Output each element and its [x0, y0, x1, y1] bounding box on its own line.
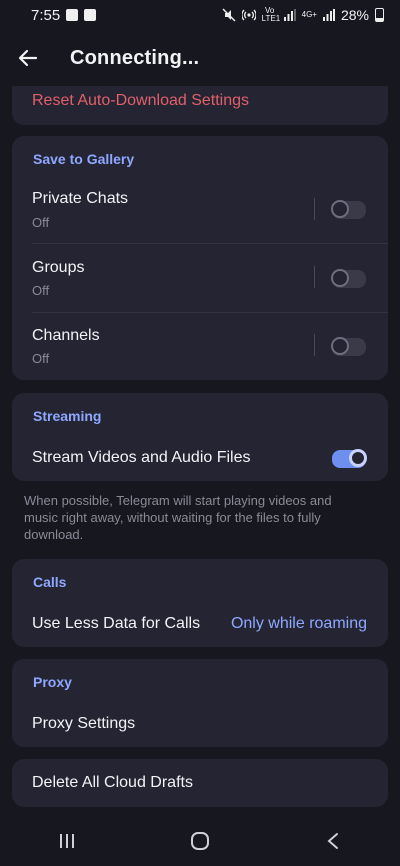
toggle-row-private-chats[interactable]: Private Chats Off: [12, 178, 388, 244]
toggle-knob: [331, 269, 349, 287]
calls-card: Calls Use Less Data for Calls Only while…: [12, 559, 388, 647]
mute-icon: [222, 8, 236, 22]
toggle-channels[interactable]: [331, 337, 366, 356]
volte-indicator: Vo LTE1: [261, 6, 281, 23]
app-bar: Connecting...: [0, 30, 400, 86]
system-nav-bar: [0, 816, 400, 866]
toggle-row-stream[interactable]: Stream Videos and Audio Files: [12, 437, 388, 481]
divider-vertical: [314, 334, 315, 356]
row-status: Off: [32, 283, 50, 298]
calls-data-row[interactable]: Use Less Data for Calls Only while roami…: [12, 603, 388, 647]
toggle-stream-videos[interactable]: [332, 449, 367, 468]
section-heading-save-to-gallery: Save to Gallery: [33, 151, 135, 167]
chevron-left-icon: [327, 833, 339, 849]
back-arrow-icon: [18, 49, 38, 67]
streaming-hint: When possible, Telegram will start playi…: [24, 493, 332, 542]
section-heading-proxy: Proxy: [33, 674, 72, 690]
status-time: 7:55: [31, 6, 61, 24]
row-title: Channels: [32, 327, 100, 344]
status-bar: 7:55 Vo LTE1 4G+ 28%: [0, 0, 400, 30]
reset-auto-download-button[interactable]: Reset Auto-Download Settings: [32, 92, 249, 110]
nav-back-button[interactable]: [303, 821, 363, 861]
streaming-card: Streaming Stream Videos and Audio Files: [12, 393, 388, 481]
battery-percent: 28%: [340, 7, 369, 23]
toggle-row-groups[interactable]: Groups Off: [12, 244, 388, 312]
hotspot-icon: [241, 9, 256, 21]
page-title: Connecting...: [70, 46, 200, 69]
toggle-groups[interactable]: [331, 269, 366, 288]
toggle-knob: [331, 200, 349, 218]
reset-card: Reset Auto-Download Settings: [12, 86, 388, 125]
signal-icon: [283, 9, 296, 21]
divider-vertical: [314, 266, 315, 288]
signal-icon-2: [322, 9, 335, 21]
drafts-card: Delete All Cloud Drafts: [12, 759, 388, 807]
divider-vertical: [314, 198, 315, 220]
row-status: Off: [32, 351, 50, 366]
toggle-knob: [331, 337, 349, 355]
back-button[interactable]: [0, 30, 56, 86]
home-button[interactable]: [170, 821, 230, 861]
delete-cloud-drafts-row[interactable]: Delete All Cloud Drafts: [12, 759, 388, 807]
row-title: Delete All Cloud Drafts: [32, 774, 193, 791]
save-to-gallery-card: Save to Gallery Private Chats Off Groups…: [12, 136, 388, 380]
gallery-notification-icon: [66, 9, 79, 21]
toggle-private-chats[interactable]: [331, 200, 366, 219]
row-title: Groups: [32, 259, 85, 276]
section-heading-streaming: Streaming: [33, 408, 102, 424]
row-title: Private Chats: [32, 190, 129, 207]
toggle-row-channels[interactable]: Channels Off: [12, 313, 388, 380]
home-icon: [190, 832, 209, 850]
battery-icon: [375, 8, 384, 22]
row-title: Stream Videos and Audio Files: [32, 449, 251, 466]
recent-apps-button[interactable]: [37, 821, 97, 861]
proxy-settings-row[interactable]: Proxy Settings: [12, 703, 388, 747]
network-type: 4G+: [301, 10, 317, 19]
calls-data-value: Only while roaming: [230, 615, 367, 632]
row-title: Proxy Settings: [32, 715, 136, 732]
row-title: Use Less Data for Calls: [32, 615, 201, 632]
proxy-card: Proxy Proxy Settings: [12, 659, 388, 747]
recent-apps-icon: [59, 834, 74, 848]
toggle-knob: [349, 449, 367, 467]
row-status: Off: [32, 215, 50, 230]
section-heading-calls: Calls: [33, 574, 67, 590]
message-notification-icon: [84, 9, 97, 21]
